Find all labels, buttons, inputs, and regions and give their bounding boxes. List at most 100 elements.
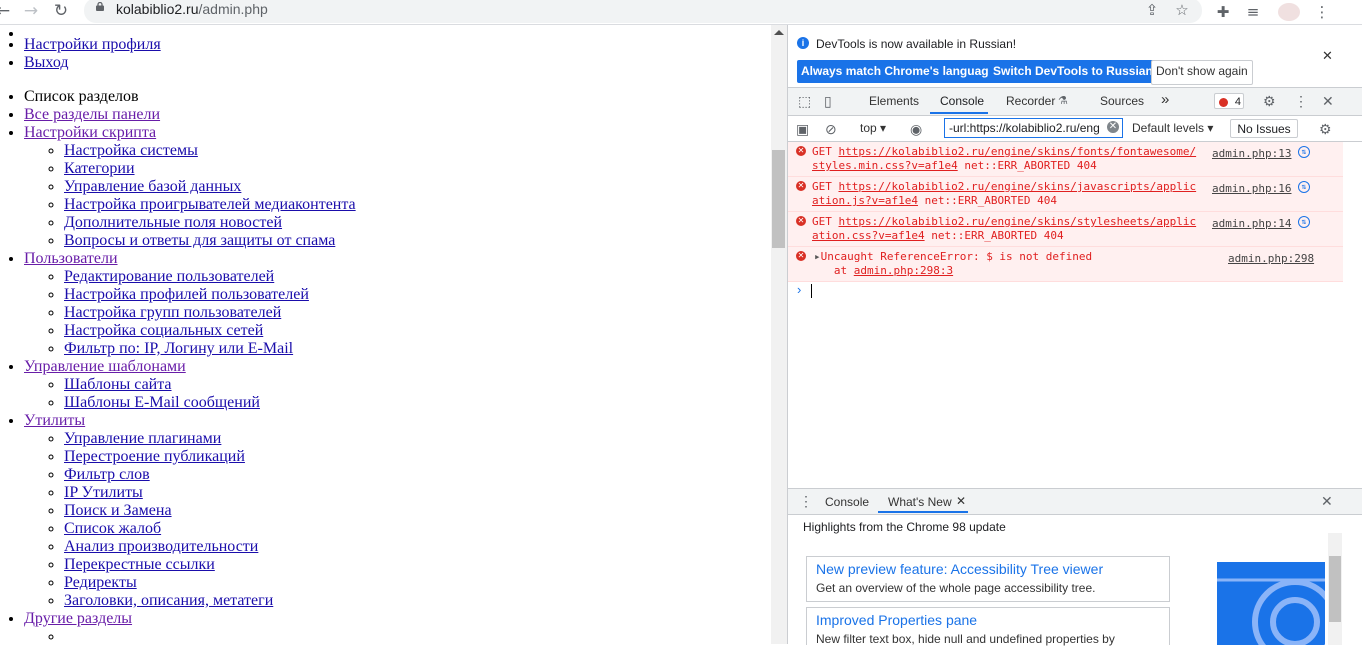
profile-settings-link[interactable]: Настройки профиля <box>24 36 161 53</box>
nav-link[interactable]: Поиск и Замена <box>64 502 172 519</box>
nav-link[interactable]: Анализ производительности <box>64 538 258 555</box>
list-item: Настройка групп пользователей <box>64 304 771 322</box>
page-scrollbar[interactable] <box>771 25 787 644</box>
logout-link[interactable]: Выход <box>24 54 69 71</box>
nav-link[interactable]: Дополнительные поля новостей <box>64 214 282 231</box>
feature-card[interactable]: New preview feature: Accessibility Tree … <box>806 556 1170 602</box>
log-levels-dropdown[interactable]: Default levels ▾ <box>1132 121 1213 135</box>
bookmark-star-icon[interactable]: ☆ <box>1172 0 1192 20</box>
context-selector[interactable]: top ▾ <box>860 121 886 135</box>
nav-link[interactable]: Настройка проигрывателей медиаконтента <box>64 196 356 213</box>
exception-text[interactable]: ▸Uncaught ReferenceError: $ is not defin… <box>814 250 1204 278</box>
close-tab-icon[interactable]: ✕ <box>956 493 966 509</box>
list-item: Настройка социальных сетей <box>64 322 771 340</box>
scroll-up-arrow-icon[interactable] <box>774 30 784 35</box>
gear-icon[interactable]: ⚙ <box>1263 93 1276 109</box>
nav-link[interactable]: Управление плагинами <box>64 430 221 447</box>
source-link[interactable]: admin.php:13 <box>1212 147 1291 161</box>
close-drawer-icon[interactable]: ✕ <box>1321 493 1333 509</box>
nav-link[interactable]: Настройка социальных сетей <box>64 322 263 339</box>
nav-link-utilities[interactable]: Утилиты <box>24 412 85 429</box>
whats-new-scrollbar[interactable] <box>1328 533 1342 645</box>
drawer-menu-icon[interactable]: ⋮ <box>799 493 813 509</box>
source-link[interactable]: admin.php:16 <box>1212 182 1291 196</box>
network-request-icon[interactable]: ⇅ <box>1298 146 1310 158</box>
console-input-caret[interactable] <box>811 284 812 298</box>
extensions-puzzle-icon[interactable]: ✚ <box>1213 2 1233 22</box>
network-request-icon[interactable]: ⇅ <box>1298 181 1310 193</box>
expand-arrow-icon[interactable]: ▸ <box>814 250 821 263</box>
devtools-panel: i DevTools is now available in Russian! … <box>787 25 1362 646</box>
clear-filter-icon[interactable]: ✕ <box>1107 121 1119 133</box>
nav-link[interactable]: Перекрестные ссылки <box>64 556 215 573</box>
inspect-element-icon[interactable]: ⬚ <box>798 93 811 109</box>
eye-icon[interactable]: ◉ <box>910 121 922 137</box>
nav-link[interactable]: IP Утилиты <box>64 484 143 501</box>
nav-link-users[interactable]: Пользователи <box>24 250 118 267</box>
scrollbar-thumb[interactable] <box>772 150 785 248</box>
drawer-tab-console[interactable]: Console <box>825 495 869 509</box>
nav-group: Управление шаблонами Шаблоны сайта Шабло… <box>24 358 771 412</box>
stack-link[interactable]: admin.php:298:3 <box>854 264 953 277</box>
scrollbar-thumb[interactable] <box>1329 556 1341 622</box>
tab-elements[interactable]: Elements <box>869 94 919 108</box>
nav-link[interactable]: Шаблоны сайта <box>64 376 172 393</box>
nav-link-all-sections[interactable]: Все разделы панели <box>24 106 160 123</box>
nav-link[interactable]: Фильтр по: IP, Логину или E-Mail <box>64 340 293 357</box>
feature-title-link[interactable]: New preview feature: Accessibility Tree … <box>816 561 1103 577</box>
list-item: Анализ производительности <box>64 538 771 556</box>
drawer-tab-whats-new[interactable]: What's New <box>888 495 952 509</box>
nav-link[interactable]: Список жалоб <box>64 520 161 537</box>
error-count-badge[interactable]: 4 <box>1214 93 1244 109</box>
issues-button[interactable]: No Issues <box>1230 119 1298 138</box>
http-method: GET <box>812 145 832 158</box>
flask-icon: ⚗ <box>1058 95 1068 107</box>
nav-link[interactable]: Фильтр слов <box>64 466 150 483</box>
nav-link[interactable]: Настройка профилей пользователей <box>64 286 309 303</box>
dont-show-again-button[interactable]: Don't show again <box>1151 60 1253 85</box>
nav-link[interactable]: Вопросы и ответы для защиты от спама <box>64 232 335 249</box>
error-text: GET https://kolabiblio2.ru/engine/skins/… <box>812 215 1202 243</box>
devtools-menu-icon[interactable]: ⋮ <box>1294 93 1308 109</box>
drawer-tabbar: ⋮ Console What's New ✕ ✕ <box>788 489 1362 515</box>
tab-console[interactable]: Console <box>940 94 984 108</box>
nav-link[interactable]: Шаблоны E-Mail сообщений <box>64 394 260 411</box>
clear-console-icon[interactable]: ⊘ <box>825 121 837 137</box>
profile-avatar[interactable] <box>1278 3 1300 21</box>
close-devtools-icon[interactable]: ✕ <box>1322 93 1334 109</box>
nav-link-templates[interactable]: Управление шаблонами <box>24 358 186 375</box>
source-link[interactable]: admin.php:298 <box>1228 252 1314 266</box>
nav-link[interactable]: Категории <box>64 160 135 177</box>
close-icon[interactable]: ✕ <box>1322 48 1333 64</box>
nav-link-other-sections[interactable]: Другие разделы <box>24 610 132 627</box>
match-language-button[interactable]: Always match Chrome's language <box>797 60 1000 83</box>
share-icon[interactable]: ⇪ <box>1142 0 1162 20</box>
source-link[interactable]: admin.php:14 <box>1212 217 1291 231</box>
tab-recorder[interactable]: Recorder <box>1006 94 1055 108</box>
nav-link[interactable]: Заголовки, описания, метатеги <box>64 592 273 609</box>
console-settings-icon[interactable]: ⚙ <box>1319 121 1332 137</box>
network-request-icon[interactable]: ⇅ <box>1298 216 1310 228</box>
kebab-menu-icon[interactable]: ⋮ <box>1312 2 1332 22</box>
reading-list-icon[interactable]: ≡ <box>1243 2 1263 22</box>
forward-icon[interactable]: → <box>22 1 40 21</box>
device-toolbar-icon[interactable]: ▯ <box>824 93 832 109</box>
more-tabs-button[interactable]: » <box>1161 91 1169 108</box>
tab-sources[interactable]: Sources <box>1100 94 1144 108</box>
feature-title-link[interactable]: Improved Properties pane <box>816 612 977 628</box>
switch-russian-button[interactable]: Switch DevTools to Russian <box>989 60 1157 83</box>
nav-link-script-settings[interactable]: Настройки скрипта <box>24 124 156 141</box>
console-filter-input[interactable]: -url:https://kolabiblio2.ru/eng <box>944 118 1123 138</box>
address-bar[interactable]: kolabiblio2.ru/admin.php ⇪ ☆ <box>84 0 1202 23</box>
http-method: GET <box>812 215 832 228</box>
nav-link[interactable]: Перестроение публикаций <box>64 448 245 465</box>
nav-link[interactable]: Настройка системы <box>64 142 198 159</box>
nav-link[interactable]: Настройка групп пользователей <box>64 304 281 321</box>
reload-icon[interactable]: ↻ <box>52 1 70 21</box>
back-icon[interactable]: ← <box>0 1 12 21</box>
nav-link[interactable]: Редиректы <box>64 574 137 591</box>
sidebar-toggle-icon[interactable]: ▣ <box>796 121 809 137</box>
nav-link[interactable]: Редактирование пользователей <box>64 268 274 285</box>
feature-card[interactable]: Improved Properties pane New filter text… <box>806 607 1170 646</box>
nav-link[interactable]: Управление базой данных <box>64 178 241 195</box>
